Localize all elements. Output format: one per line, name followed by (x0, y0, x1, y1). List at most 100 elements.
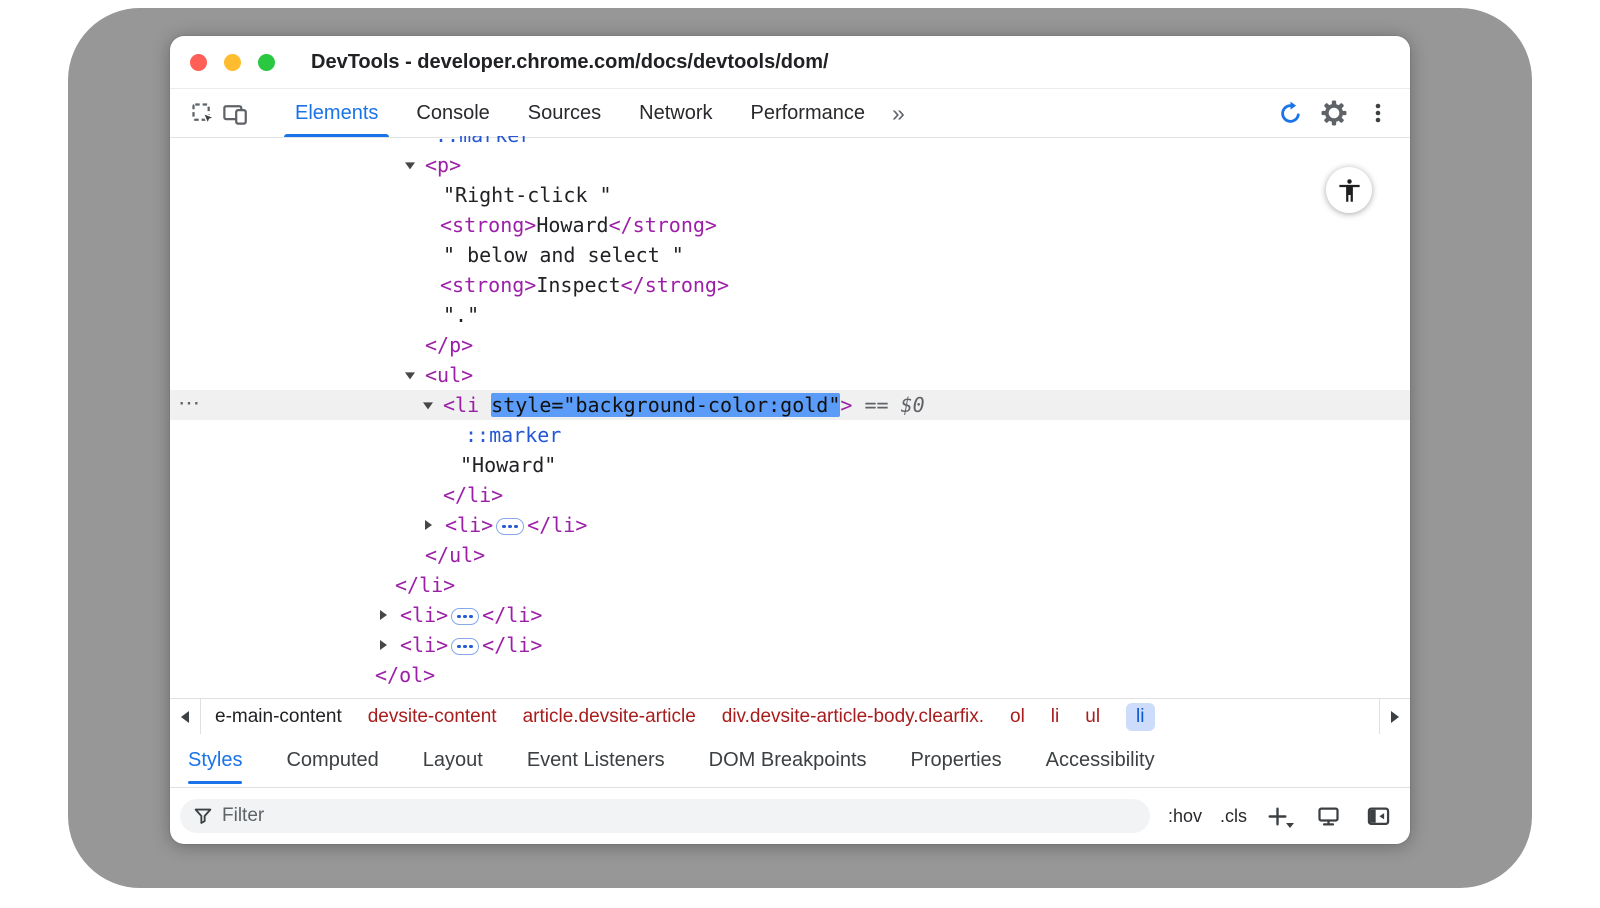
filter-funnel-icon (192, 805, 214, 827)
right-arrow-icon (1391, 711, 1399, 723)
dom-tree-row[interactable]: " below and select " (170, 240, 1410, 270)
token-pseudo: ::marker (435, 136, 531, 147)
dom-tree-row[interactable]: ::marker (170, 136, 1410, 150)
tab-elements[interactable]: Elements (276, 89, 397, 137)
more-tabs-icon[interactable]: » (892, 100, 905, 127)
token-tag: <p> (425, 153, 461, 177)
new-style-rule-button[interactable] (1265, 804, 1294, 829)
inspect-element-icon[interactable] (186, 96, 218, 130)
sidebar-toggle-icon[interactable] (1362, 799, 1394, 833)
breadcrumb-item-article-devsite-article[interactable]: article.devsite-article (523, 706, 696, 728)
collapse-arrow-icon[interactable] (405, 162, 415, 169)
minimize-button[interactable] (224, 54, 241, 71)
dom-tree-row[interactable]: </li> (170, 570, 1410, 600)
breadcrumb-scroll-right-button[interactable] (1379, 699, 1410, 734)
dom-tree-row[interactable]: <ul> (170, 360, 1410, 390)
panel-tab-accessibility[interactable]: Accessibility (1046, 734, 1155, 787)
dom-tree-row[interactable]: <strong>Inspect</strong> (170, 270, 1410, 300)
device-toolbar-icon[interactable] (218, 96, 250, 130)
tab-sources[interactable]: Sources (509, 89, 620, 137)
dom-tree-row[interactable]: <li></li> (170, 600, 1410, 630)
panel-tab-styles[interactable]: Styles (188, 734, 242, 787)
breadcrumb-item-div-devsite-article-body-clearfix-[interactable]: div.devsite-article-body.clearfix. (722, 706, 984, 728)
token-tag: > (840, 393, 852, 417)
panel-tab-dom-breakpoints[interactable]: DOM Breakpoints (709, 734, 867, 787)
expand-children-button[interactable] (451, 638, 479, 655)
devtools-toolbar: ElementsConsoleSourcesNetworkPerformance… (170, 89, 1410, 138)
collapse-arrow-icon[interactable] (405, 372, 415, 379)
breadcrumb-item-e-main-content[interactable]: e-main-content (215, 706, 342, 728)
breadcrumb-scroll-left-button[interactable] (170, 699, 201, 734)
dom-tree-row[interactable]: <p> (170, 150, 1410, 180)
dom-tree-row[interactable]: <li></li> (170, 510, 1410, 540)
breadcrumb-item-li[interactable]: li (1051, 706, 1059, 728)
toolbar-right-icons (1274, 96, 1394, 130)
breadcrumb-item-ol[interactable]: ol (1010, 706, 1025, 728)
dom-tree-row[interactable]: ::marker (170, 420, 1410, 450)
expand-arrow-icon[interactable] (380, 640, 387, 650)
monitor-icon[interactable] (1312, 799, 1344, 833)
token-tag: </ol> (375, 663, 435, 687)
token-tag: </li> (395, 573, 455, 597)
caret-down-icon (1286, 823, 1294, 828)
breadcrumb-bar: e-main-content devsite-content article.dev… (170, 698, 1410, 734)
traffic-lights (190, 54, 275, 71)
token-tag: </strong> (609, 213, 717, 237)
breadcrumb-item-li[interactable]: li (1126, 703, 1154, 731)
dom-tree-row[interactable]: </p> (170, 330, 1410, 360)
tab-network[interactable]: Network (620, 89, 731, 137)
breadcrumb-item-ul[interactable]: ul (1085, 706, 1100, 728)
token-hl[interactable]: style="background-color:gold" (491, 393, 840, 417)
dom-tree-row[interactable]: "Howard" (170, 450, 1410, 480)
token-text: "." (443, 303, 479, 327)
panel-tab-event-listeners[interactable]: Event Listeners (527, 734, 665, 787)
token-text: Howard (536, 213, 608, 237)
expand-arrow-icon[interactable] (425, 520, 432, 530)
token-tag: <li (443, 393, 491, 417)
token-text: "Howard" (460, 453, 556, 477)
token-tag: </ul> (425, 543, 485, 567)
breadcrumb: e-main-content devsite-content article.dev… (201, 699, 1379, 734)
tab-performance[interactable]: Performance (732, 89, 885, 137)
tab-console[interactable]: Console (397, 89, 508, 137)
settings-gear-icon[interactable] (1318, 96, 1350, 130)
sync-icon[interactable] (1274, 96, 1306, 130)
dom-tree-row[interactable]: </li> (170, 480, 1410, 510)
token-tag: <li> (400, 633, 448, 657)
expand-arrow-icon[interactable] (380, 610, 387, 620)
dom-tree-row[interactable]: </ol> (170, 660, 1410, 690)
toggle-class-button[interactable]: .cls (1220, 806, 1247, 827)
panel-tab-layout[interactable]: Layout (423, 734, 483, 787)
toggle-hover-state-button[interactable]: :hov (1168, 806, 1202, 827)
expand-children-button[interactable] (496, 518, 524, 535)
panel-tab-properties[interactable]: Properties (911, 734, 1002, 787)
dom-tree-row[interactable]: </ul> (170, 540, 1410, 570)
styles-filter-bar: :hov .cls (170, 788, 1410, 844)
row-more-actions-icon[interactable]: ⋯ (178, 388, 201, 418)
dom-tree-row[interactable]: "Right-click " (170, 180, 1410, 210)
expand-children-button[interactable] (451, 608, 479, 625)
dom-tree-row[interactable]: "." (170, 300, 1410, 330)
menu-kebab-icon[interactable] (1362, 96, 1394, 130)
window-title: DevTools - developer.chrome.com/docs/dev… (311, 51, 829, 74)
token-tag: </strong> (621, 273, 729, 297)
close-button[interactable] (190, 54, 207, 71)
breadcrumb-item-devsite-content[interactable]: devsite-content (368, 706, 497, 728)
dom-tree-row[interactable]: <strong>Howard</strong> (170, 210, 1410, 240)
filter-input[interactable] (180, 799, 1150, 833)
panel-tab-computed[interactable]: Computed (286, 734, 378, 787)
filter-input-wrap (180, 799, 1150, 833)
accessibility-fab[interactable] (1326, 167, 1372, 213)
token-tag: <li> (445, 513, 493, 537)
token-tag: </li> (443, 483, 503, 507)
token-text: Inspect (536, 273, 620, 297)
token-tag: <li> (400, 603, 448, 627)
token-dollar: $0 (901, 393, 925, 417)
token-tag: <strong> (440, 273, 536, 297)
dom-tree-row[interactable]: <li></li> (170, 630, 1410, 660)
dom-tree-row[interactable]: ⋯<li style="background-color:gold"> == $… (170, 390, 1410, 420)
left-arrow-icon (181, 711, 189, 723)
token-text: " below and select " (443, 243, 684, 267)
maximize-button[interactable] (258, 54, 275, 71)
collapse-arrow-icon[interactable] (423, 402, 433, 409)
